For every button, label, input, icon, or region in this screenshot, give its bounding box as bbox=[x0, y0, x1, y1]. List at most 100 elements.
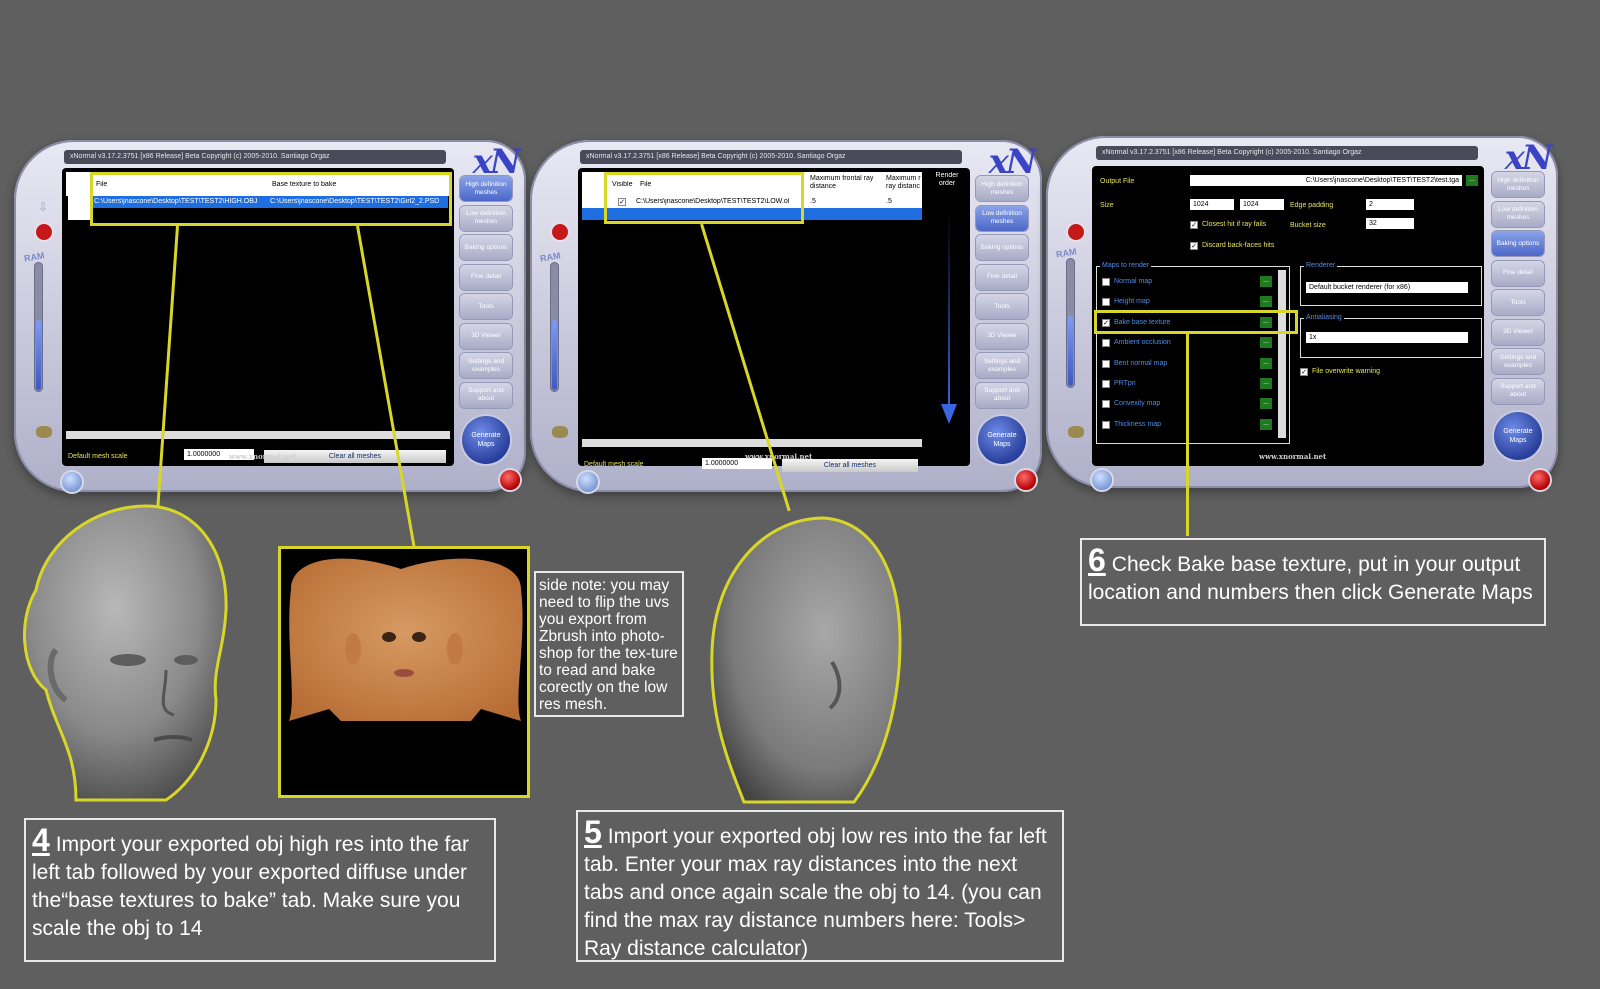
render-order-arrow bbox=[948, 212, 950, 412]
close-button[interactable] bbox=[1016, 470, 1036, 490]
settings-icon[interactable] bbox=[1068, 426, 1084, 438]
sidebar-tab-fine-detail[interactable]: Fine detail bbox=[976, 264, 1028, 290]
minimize-button[interactable] bbox=[62, 472, 82, 492]
row-max-rear[interactable]: .5 bbox=[886, 198, 892, 205]
sidebar-tab-low-definition-meshes[interactable]: Low definition meshes bbox=[1492, 201, 1544, 227]
side-note: side note: you may need to flip the uvs … bbox=[534, 571, 684, 717]
uv-texture-image bbox=[278, 546, 530, 798]
map-checkbox[interactable] bbox=[1102, 278, 1110, 286]
map-checkbox[interactable] bbox=[1102, 380, 1110, 388]
map-checkbox[interactable] bbox=[1102, 339, 1110, 348]
sidebar-tab-baking-options[interactable]: Baking options bbox=[460, 235, 512, 260]
edge-padding-input[interactable]: 2 bbox=[1366, 199, 1414, 210]
stop-icon[interactable] bbox=[552, 224, 568, 240]
sidebar-tab-settings-and-examples[interactable]: Settings and examples bbox=[1492, 349, 1544, 374]
highlight-bake-base-texture bbox=[1094, 310, 1298, 334]
scrollbar[interactable] bbox=[582, 439, 922, 447]
sidebar-tab-support-and-about[interactable]: Support and about bbox=[460, 382, 512, 408]
sidebar-tab-tools[interactable]: Tools bbox=[976, 294, 1028, 319]
close-button[interactable] bbox=[500, 470, 520, 490]
window-title: xNormal v3.17.2.3751 [x86 Release] Beta … bbox=[580, 150, 962, 164]
sidebar-tab-3d-viewer[interactable]: 3D Viewer bbox=[976, 323, 1028, 349]
stop-icon[interactable] bbox=[36, 224, 52, 240]
website-label: www.xnormal.net bbox=[229, 452, 297, 461]
sidebar-tab-high-definition-meshes[interactable]: High definition meshes bbox=[976, 176, 1028, 201]
step-6-number: 6 bbox=[1088, 542, 1106, 578]
map-options-button[interactable]: ... bbox=[1260, 296, 1272, 308]
map-options-button[interactable]: ... bbox=[1260, 337, 1272, 349]
sidebar-tab-low-definition-meshes[interactable]: Low definition meshes bbox=[976, 205, 1028, 231]
map-label: PRTpn bbox=[1114, 380, 1136, 387]
website-label: www.xnormal.net bbox=[745, 452, 813, 461]
settings-icon[interactable] bbox=[552, 426, 568, 438]
map-checkbox[interactable] bbox=[1102, 359, 1110, 368]
window-title: xNormal v3.17.2.3751 [x86 Release] Beta … bbox=[64, 150, 446, 164]
high-res-head-render bbox=[23, 504, 228, 802]
sidebar-tab-support-and-about[interactable]: Support and about bbox=[1492, 378, 1544, 404]
sidebar-tab-fine-detail[interactable]: Fine detail bbox=[460, 264, 512, 290]
sidebar-tab-high-definition-meshes[interactable]: High definition meshes bbox=[1492, 172, 1544, 197]
size-height-select[interactable]: 1024 bbox=[1240, 199, 1284, 210]
sidebar-tab-settings-and-examples[interactable]: Settings and examples bbox=[976, 353, 1028, 378]
sidebar-tab-3d-viewer[interactable]: 3D Viewer bbox=[460, 323, 512, 349]
arrow-down-icon: ⇩ bbox=[38, 200, 49, 214]
sidebar-tab-high-definition-meshes[interactable]: High definition meshes bbox=[460, 176, 512, 201]
renderer-select[interactable]: Default bucket renderer (for x86) bbox=[1306, 282, 1468, 293]
col-header-render-order: Render order bbox=[935, 172, 959, 187]
sidebar-tab-fine-detail[interactable]: Fine detail bbox=[1492, 260, 1544, 286]
map-checkbox[interactable] bbox=[1102, 420, 1110, 429]
map-options-button[interactable]: ... bbox=[1260, 378, 1272, 389]
sidebar-tab-settings-and-examples[interactable]: Settings and examples bbox=[460, 353, 512, 378]
window-title: xNormal v3.17.2.3751 [x86 Release] Beta … bbox=[1096, 146, 1478, 160]
size-width-select[interactable]: 1024 bbox=[1190, 199, 1234, 210]
overwrite-label: File overwrite warning bbox=[1312, 368, 1381, 375]
maps-scrollbar[interactable] bbox=[1278, 270, 1286, 438]
discard-backfaces-checkbox[interactable]: ✓ bbox=[1190, 242, 1198, 250]
map-label: Height map bbox=[1114, 298, 1150, 306]
map-options-button[interactable]: ... bbox=[1260, 398, 1272, 410]
generate-maps-button[interactable]: Generate Maps bbox=[978, 416, 1026, 464]
antialiasing-label: Antialiasing bbox=[1304, 314, 1344, 321]
settings-icon[interactable] bbox=[36, 426, 52, 438]
sidebar-tab-3d-viewer[interactable]: 3D Viewer bbox=[1492, 319, 1544, 345]
col-header-max-rear: Maximum r ray distanc bbox=[886, 175, 921, 190]
stop-icon[interactable] bbox=[1068, 224, 1084, 240]
size-label: Size bbox=[1100, 202, 1114, 209]
close-button[interactable] bbox=[1530, 470, 1550, 490]
output-input[interactable]: C:\Users\jnascone\Desktop\TEST\TEST2\tes… bbox=[1190, 175, 1462, 186]
map-options-button[interactable]: ... bbox=[1260, 276, 1272, 287]
map-options-button[interactable]: ... bbox=[1260, 418, 1272, 430]
step-5-caption: 5 Import your exported obj low res into t… bbox=[576, 810, 1064, 962]
step-4-caption: 4 Import your exported obj high res into … bbox=[24, 818, 496, 962]
sidebar-tab-baking-options[interactable]: Baking options bbox=[1492, 231, 1544, 256]
ram-meter bbox=[34, 262, 43, 392]
closest-hit-checkbox[interactable]: ✓ bbox=[1190, 221, 1198, 229]
sidebar-tab-baking-options[interactable]: Baking options bbox=[976, 235, 1028, 260]
map-checkbox[interactable] bbox=[1102, 400, 1110, 409]
map-label: Ambient occlusion bbox=[1114, 339, 1171, 347]
sidebar-tab-low-definition-meshes[interactable]: Low definition meshes bbox=[460, 205, 512, 231]
row-max-front[interactable]: .5 bbox=[810, 198, 816, 205]
generate-maps-button[interactable]: Generate Maps bbox=[462, 416, 510, 464]
highlight-panel2-table bbox=[604, 172, 804, 224]
map-checkbox[interactable] bbox=[1102, 298, 1110, 307]
minimize-button[interactable] bbox=[1092, 470, 1112, 490]
scale-label: Default mesh scale bbox=[584, 461, 644, 468]
sidebar-tab-support-and-about[interactable]: Support and about bbox=[976, 382, 1028, 408]
minimize-button[interactable] bbox=[578, 472, 598, 492]
step-5-text: Import your exported obj low res into th… bbox=[584, 825, 1047, 960]
step-6-caption: 6 Check Bake base texture, put in your ou… bbox=[1080, 538, 1546, 626]
row-marker bbox=[68, 196, 92, 220]
sidebar-tab-tools[interactable]: Tools bbox=[1492, 290, 1544, 315]
closest-hit-label: Closest hit if ray fails bbox=[1202, 221, 1267, 228]
overwrite-checkbox[interactable]: ✓ bbox=[1300, 368, 1308, 376]
website-label: www.xnormal.net bbox=[1259, 452, 1327, 461]
sidebar-tab-tools[interactable]: Tools bbox=[460, 294, 512, 319]
highlight-panel1-table bbox=[90, 172, 452, 226]
browse-button[interactable]: ... bbox=[1466, 175, 1478, 186]
map-options-button[interactable]: ... bbox=[1260, 357, 1272, 369]
bucket-size-label: Bucket size bbox=[1290, 222, 1326, 229]
generate-maps-button[interactable]: Generate Maps bbox=[1494, 412, 1542, 460]
antialiasing-select[interactable]: 1x bbox=[1306, 332, 1468, 343]
bucket-size-select[interactable]: 32 bbox=[1366, 218, 1414, 229]
